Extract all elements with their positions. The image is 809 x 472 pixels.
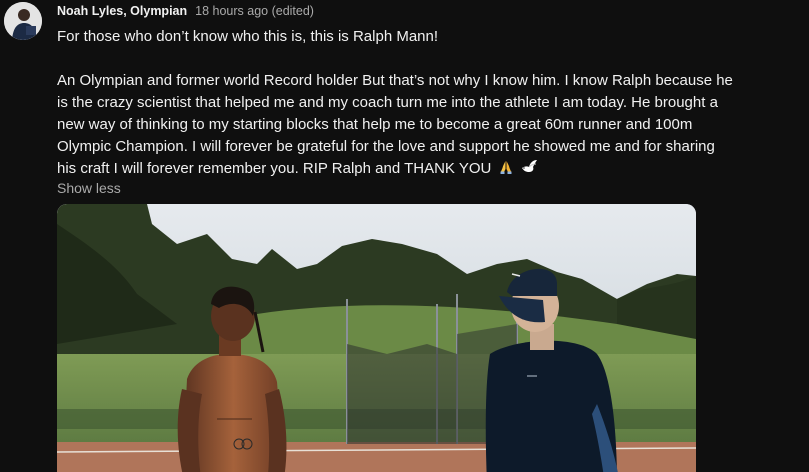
post-last-line: his craft I will forever remember you. R… [57, 158, 787, 182]
praying-hands-icon [498, 159, 514, 182]
post-header: Noah Lyles, Olympian 18 hours ago (edite… [57, 4, 314, 22]
author-name[interactable]: Noah Lyles, Olympian [57, 4, 187, 18]
track-coaching-photo [57, 204, 696, 472]
post-line: An Olympian and former world Record hold… [57, 72, 733, 89]
community-post: Noah Lyles, Olympian 18 hours ago (edite… [0, 0, 809, 472]
post-image[interactable] [57, 204, 696, 472]
post-line: is the crazy scientist that helped me an… [57, 94, 718, 111]
post-timestamp[interactable]: 18 hours ago (edited) [195, 4, 314, 18]
post-body: For those who don’t know who this is, th… [57, 26, 787, 182]
avatar[interactable] [4, 2, 42, 40]
post-line: his craft I will forever remember you. R… [57, 160, 492, 177]
post-line: Olympic Champion. I will forever be grat… [57, 138, 715, 155]
post-line: For those who don’t know who this is, th… [57, 28, 439, 45]
show-less-button[interactable]: Show less [57, 180, 121, 196]
avatar-image [4, 2, 42, 40]
dove-icon [520, 159, 538, 182]
post-line: new way of thinking to my starting block… [57, 116, 693, 133]
